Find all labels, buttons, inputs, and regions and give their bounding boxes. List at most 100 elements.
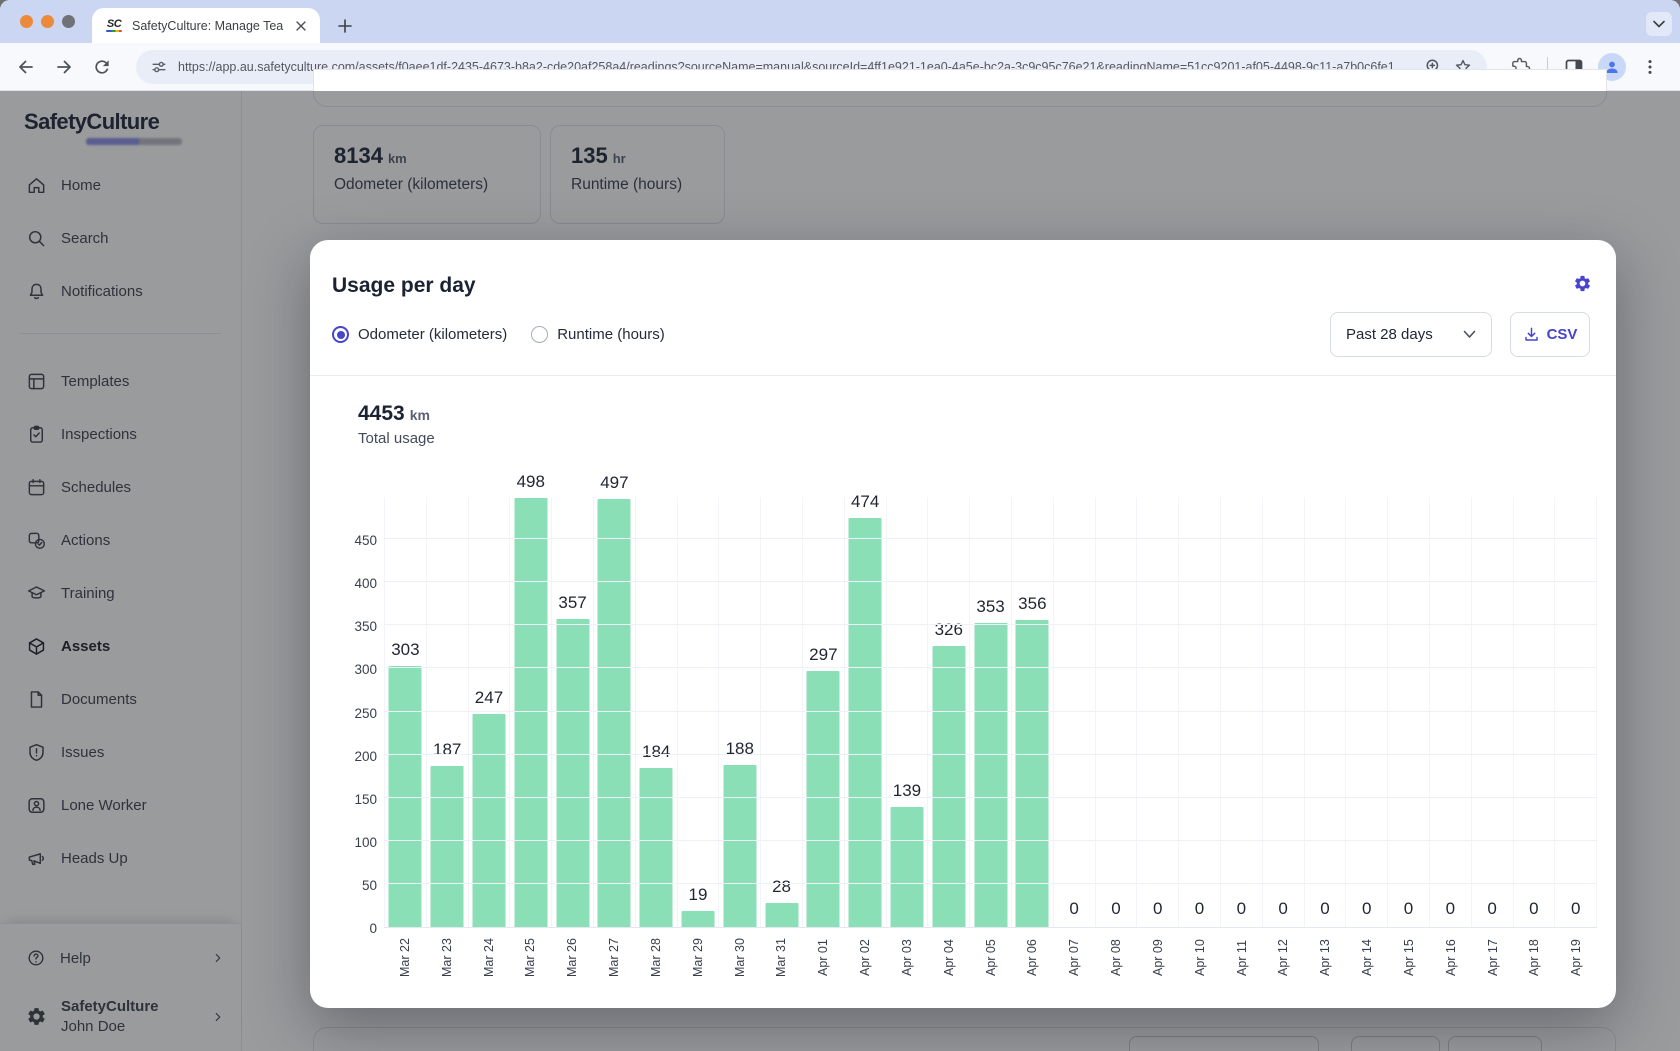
chart-bar-group[interactable]: 28 [760, 497, 802, 927]
safetyculture-favicon: SC [104, 18, 124, 34]
gridline [384, 883, 1597, 884]
bar[interactable] [932, 646, 965, 927]
bar[interactable] [890, 807, 923, 927]
window-minimize-button[interactable] [41, 15, 54, 28]
chart-bar-group[interactable]: 0 [1262, 497, 1304, 927]
forward-button[interactable] [46, 49, 82, 85]
y-axis-tick-label: 350 [354, 619, 377, 634]
window-close-button[interactable] [20, 15, 33, 28]
window-zoom-button[interactable] [62, 15, 75, 28]
chart-bar-group[interactable]: 247 [468, 497, 510, 927]
download-csv-button[interactable]: CSV [1510, 312, 1590, 357]
x-axis-tick-label: Apr 15 [1388, 934, 1430, 982]
y-axis-tick-label: 200 [354, 749, 377, 764]
radio-label: Odometer (kilometers) [358, 326, 507, 343]
y-axis-tick-label: 450 [354, 533, 377, 548]
bar-value-label: 303 [391, 640, 419, 660]
chart-bar-group[interactable]: 139 [886, 497, 928, 927]
chart-bar-group[interactable]: 357 [551, 497, 593, 927]
chart-plot: 303 18724749835749718419 188 28 297 474 139 326… [384, 497, 1597, 928]
chart-bar-group[interactable]: 0 [1304, 497, 1346, 927]
bar-value-label: 0 [1446, 899, 1455, 919]
chart-bar-group[interactable]: 187 [426, 497, 468, 927]
bar-value-label: 188 [726, 739, 754, 759]
gridline [384, 754, 1597, 755]
chart-bar-group[interactable]: 356 [1011, 497, 1053, 927]
usage-per-day-modal: Usage per day Odometer (kilometers) Runt… [310, 240, 1616, 1008]
back-button[interactable] [8, 49, 44, 85]
radio-unselected-icon [531, 326, 548, 343]
bar[interactable] [598, 499, 631, 927]
new-tab-button[interactable] [332, 13, 358, 39]
csv-button-label: CSV [1547, 326, 1578, 343]
chart-bar-group[interactable]: 184 [635, 497, 677, 927]
bar-value-label: 0 [1571, 899, 1580, 919]
chart-bar-group[interactable]: 0 [1178, 497, 1220, 927]
bar[interactable] [681, 911, 714, 927]
x-axis-tick-label: Apr 17 [1472, 934, 1514, 982]
chart-bar-group[interactable]: 0 [1429, 497, 1471, 927]
chart-bar-group[interactable]: 353 [969, 497, 1011, 927]
chart-bar-group[interactable]: 0 [1387, 497, 1429, 927]
bar-value-label: 356 [1018, 594, 1046, 614]
site-settings-icon[interactable] [150, 58, 168, 76]
date-range-dropdown[interactable]: Past 28 days [1330, 312, 1492, 357]
chart-bar-group[interactable]: 0 [1554, 497, 1596, 927]
bar[interactable] [765, 903, 798, 927]
bar[interactable] [556, 619, 589, 927]
total-value: 4453 [358, 402, 405, 425]
chart-bar-group[interactable]: 188 [718, 497, 760, 927]
y-axis-tick-label: 0 [369, 921, 377, 936]
chart-bar-group[interactable]: 326 [927, 497, 969, 927]
chart-settings-gear-icon[interactable] [1573, 274, 1592, 293]
chart-bar-group[interactable]: 0 [1513, 497, 1555, 927]
window-controls[interactable] [20, 15, 75, 28]
bar[interactable] [640, 768, 673, 927]
x-axis-tick-label: Mar 27 [593, 934, 635, 982]
bar[interactable] [472, 714, 505, 927]
total-unit: km [410, 407, 430, 423]
chart-bar-group[interactable]: 0 [1220, 497, 1262, 927]
bar-value-label: 353 [976, 597, 1004, 617]
x-axis-tick-label: Apr 05 [970, 934, 1012, 982]
tab-close-icon[interactable] [292, 17, 310, 35]
chart-bar-group[interactable]: 0 [1345, 497, 1387, 927]
browser-menu-icon[interactable] [1632, 49, 1668, 85]
bar[interactable] [1016, 620, 1049, 927]
bar[interactable] [431, 766, 464, 927]
bar[interactable] [723, 765, 756, 927]
chart-bar-group[interactable]: 0 [1095, 497, 1137, 927]
chart-bar-group[interactable]: 297 [802, 497, 844, 927]
radio-runtime[interactable]: Runtime (hours) [531, 326, 665, 343]
bar[interactable] [849, 518, 882, 927]
chart-x-axis: Mar 22Mar 23Mar 24Mar 25Mar 26Mar 27Mar … [384, 934, 1597, 982]
bar-value-label: 326 [935, 620, 963, 640]
chart-bar-group[interactable]: 474 [844, 497, 886, 927]
browser-window: SC SafetyCulture: Manage Teams and... [0, 0, 1680, 1051]
bar-value-label: 297 [809, 645, 837, 665]
bar-value-label: 139 [893, 781, 921, 801]
bar-value-label: 0 [1111, 899, 1120, 919]
chart-bar-group[interactable]: 0 [1136, 497, 1178, 927]
x-axis-tick-label: Apr 04 [928, 934, 970, 982]
x-axis-tick-label: Mar 23 [426, 934, 468, 982]
reload-button[interactable] [84, 49, 120, 85]
x-axis-tick-label: Mar 25 [509, 934, 551, 982]
gridline [384, 624, 1597, 625]
y-axis-tick-label: 400 [354, 576, 377, 591]
radio-odometer[interactable]: Odometer (kilometers) [332, 326, 507, 343]
tab-search-button[interactable] [1646, 12, 1672, 36]
x-axis-tick-label: Apr 01 [802, 934, 844, 982]
bar[interactable] [807, 671, 840, 927]
chart-bar-group[interactable]: 19 [677, 497, 719, 927]
bar[interactable] [514, 498, 547, 927]
x-axis-tick-label: Mar 29 [677, 934, 719, 982]
chart-section: 4453km Total usage 050100150200250300350… [310, 376, 1616, 982]
chart-bar-group[interactable]: 0 [1053, 497, 1095, 927]
chart-bar-group[interactable]: 498 [509, 497, 551, 927]
gridline [384, 667, 1597, 668]
chart-bar-group[interactable]: 0 [1471, 497, 1513, 927]
chart-bar-group[interactable]: 303 [384, 497, 426, 927]
chart-bar-group[interactable]: 497 [593, 497, 635, 927]
browser-tab[interactable]: SC SafetyCulture: Manage Teams and... [92, 8, 320, 43]
